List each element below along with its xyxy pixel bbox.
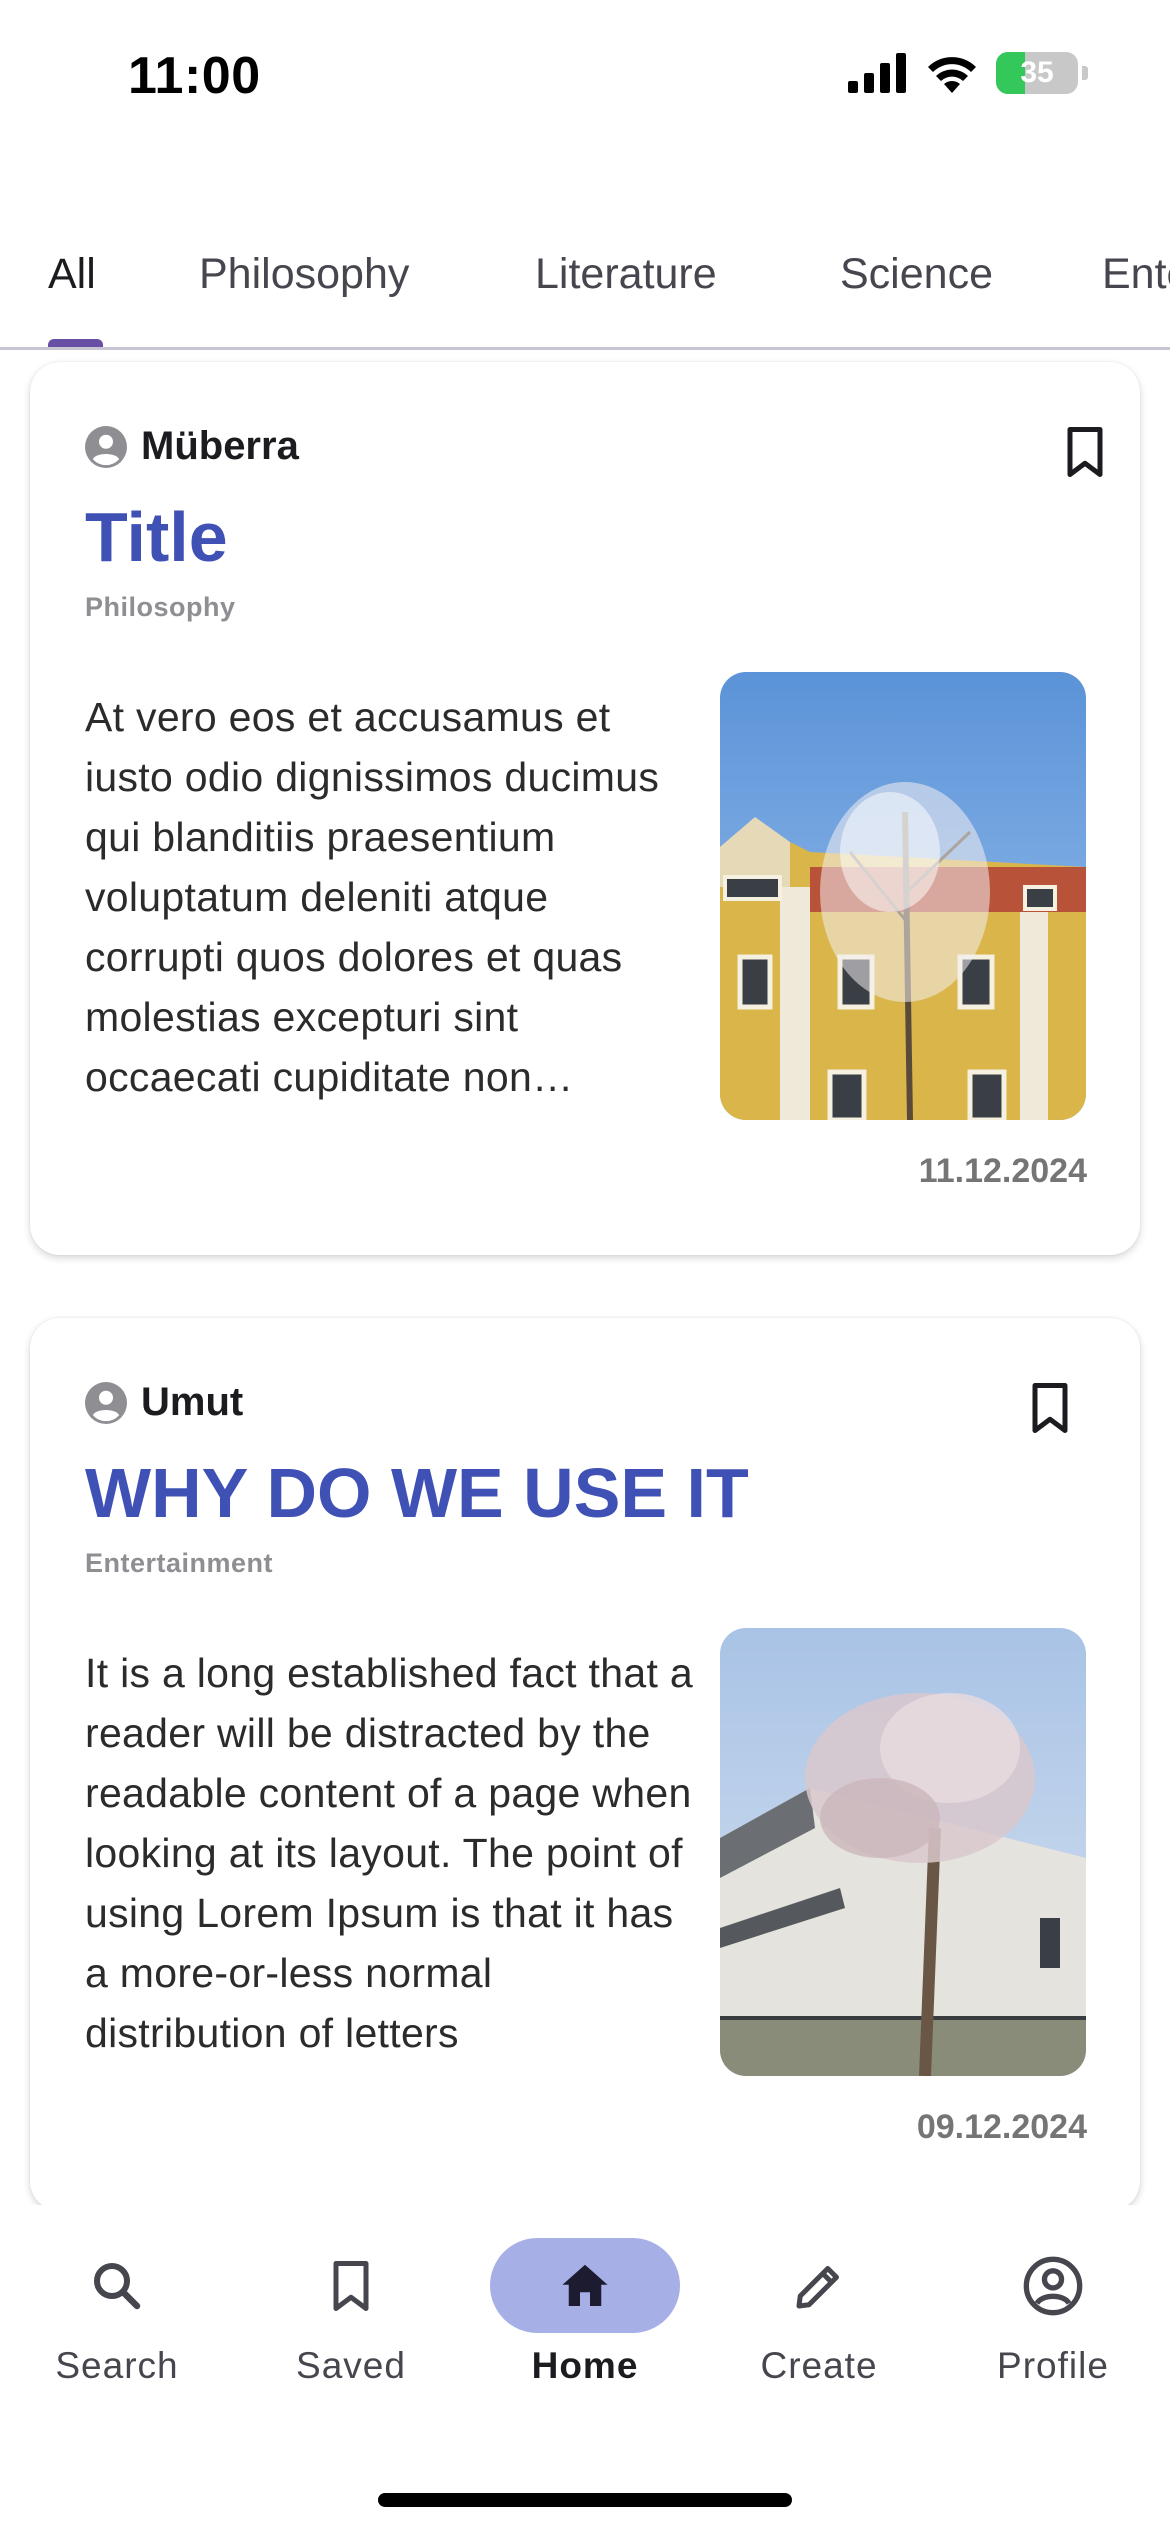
- nav-search[interactable]: Search: [0, 2238, 234, 2387]
- battery-level: 35: [1020, 56, 1054, 89]
- post-category: Philosophy: [85, 592, 236, 622]
- account-circle-icon: [85, 425, 127, 468]
- nav-label: Create: [760, 2345, 878, 2386]
- post-image: [720, 1628, 1086, 2076]
- nav-saved[interactable]: Saved: [234, 2238, 468, 2387]
- post-title[interactable]: Title: [85, 497, 228, 577]
- battery-icon: 35: [996, 52, 1078, 94]
- pencil-icon: [796, 2265, 839, 2308]
- category-tabs: All Philosophy Literature Science Entert…: [0, 230, 1170, 350]
- post-body: It is a long established fact that a rea…: [85, 1650, 693, 2056]
- nav-create[interactable]: Create: [702, 2238, 936, 2387]
- post-body: At vero eos et accusamus et iusto odio d…: [85, 694, 660, 1100]
- account-circle-icon: [1023, 2256, 1083, 2315]
- wifi-icon: [928, 57, 976, 93]
- post-category: Entertainment: [85, 1548, 274, 1578]
- nav-label: Search: [55, 2345, 179, 2386]
- bookmark-icon[interactable]: [1055, 420, 1115, 484]
- nav-home[interactable]: Home: [468, 2238, 702, 2387]
- post-card[interactable]: Müberra Title Philosophy At vero eos et …: [30, 362, 1140, 1255]
- author-name: Umut: [141, 1380, 244, 1424]
- nav-active-pill: [490, 2238, 680, 2333]
- account-circle-icon: [85, 1381, 127, 1424]
- post-date: 09.12.2024: [916, 2108, 1087, 2146]
- bottom-navigation: Search Saved Home Create Profile: [0, 2205, 1170, 2532]
- tab-philosophy[interactable]: Philosophy: [199, 250, 409, 299]
- status-time: 11:00: [128, 47, 261, 105]
- tab-all[interactable]: All: [48, 250, 96, 299]
- post-title[interactable]: WHY DO WE USE IT: [85, 1453, 749, 1533]
- post-date: 11.12.2024: [918, 1152, 1087, 1190]
- nav-label: Saved: [296, 2345, 406, 2386]
- bookmark-icon: [333, 2260, 369, 2311]
- tab-science[interactable]: Science: [840, 250, 993, 299]
- author-row: Müberra: [85, 424, 299, 469]
- bookmark-icon[interactable]: [1020, 1376, 1080, 1440]
- status-bar: 11:00 35: [0, 0, 1170, 150]
- status-icons: 35: [848, 52, 1088, 94]
- tab-literature[interactable]: Literature: [535, 250, 717, 299]
- cellular-signal-icon: [848, 53, 906, 93]
- home-indicator: [378, 2493, 792, 2507]
- post-card[interactable]: Umut WHY DO WE USE IT Entertainment It i…: [30, 1318, 1140, 2211]
- post-image: [720, 672, 1086, 1120]
- nav-label: Profile: [997, 2345, 1109, 2386]
- search-icon: [94, 2262, 141, 2309]
- tab-entertainment[interactable]: Entertainment: [1102, 250, 1170, 299]
- tab-indicator: [48, 339, 103, 347]
- nav-label: Home: [531, 2345, 639, 2386]
- author-name: Müberra: [141, 424, 299, 468]
- author-row: Umut: [85, 1380, 243, 1425]
- home-icon: [562, 2264, 608, 2306]
- nav-profile[interactable]: Profile: [936, 2238, 1170, 2387]
- battery-cap: [1082, 66, 1088, 80]
